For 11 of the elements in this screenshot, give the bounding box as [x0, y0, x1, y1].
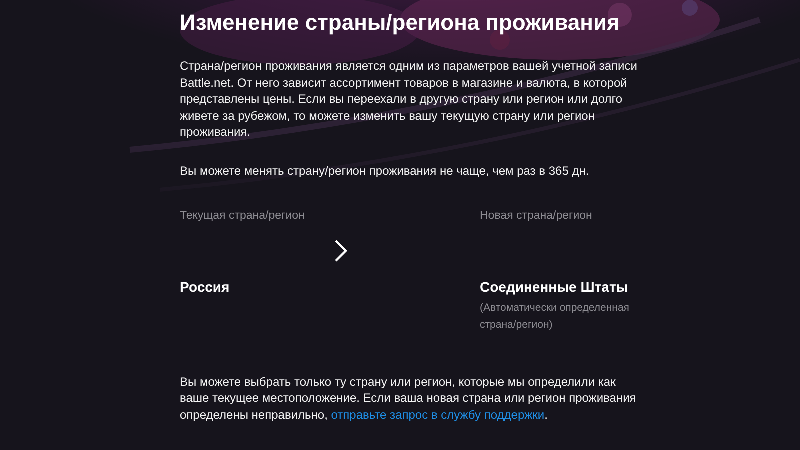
- new-region-value: Соединенные Штаты: [480, 278, 630, 297]
- auto-detected-note: (Автоматически определенная страна/регион): [480, 300, 630, 333]
- support-paragraph: Вы можете выбрать только ту страну или регион, которые мы определили как ваше текущее местоположение. Если ваша новая страна или регион проживания определены неправильно, отправьте запрос в службу поддержки.: [180, 374, 638, 424]
- chevron-right-icon: [334, 238, 348, 263]
- limit-note: Вы можете менять страну/регион проживания не чаще, чем раз в 365 дн.: [180, 162, 590, 180]
- page-title: Изменение страны/региона проживания: [180, 9, 621, 37]
- description-paragraph: Страна/регион проживания является одним из параметров вашей учетной записи Battle.net. От него зависит ассортимент товаров в магазине и валюта, в которой представлены цены. Если вы переехали в другую страну или регион или долго живете за рубежом, то можете изменить вашу текущую страну или регион проживания.: [180, 58, 638, 141]
- current-region-value: Россия: [180, 278, 231, 297]
- support-request-link[interactable]: отправьте запрос в службу поддержки: [331, 408, 545, 422]
- new-region-label: Новая страна/регион: [480, 208, 594, 224]
- current-region-label: Текущая страна/регион: [180, 208, 306, 224]
